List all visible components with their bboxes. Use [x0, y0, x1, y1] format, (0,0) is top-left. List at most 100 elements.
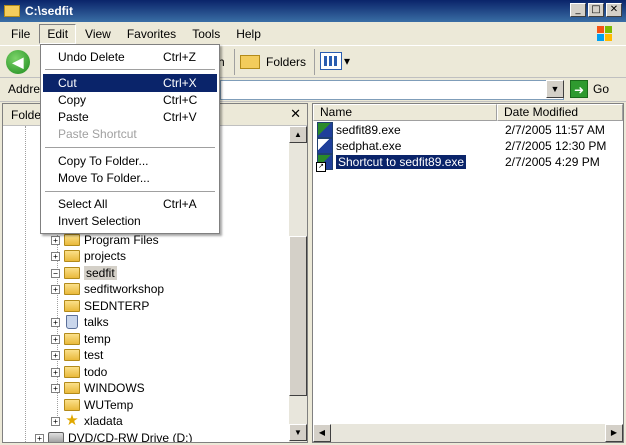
tree-item-label: talks [84, 315, 109, 329]
tree-item[interactable]: + DVD/CD-RW Drive (D:) [35, 430, 192, 442]
expand-icon[interactable]: + [51, 416, 60, 426]
column-header-date-modified[interactable]: Date Modified [497, 104, 623, 121]
scroll-up-button[interactable]: ▲ [289, 126, 307, 143]
go-label: Go [593, 82, 610, 96]
menu-item-shortcut: Ctrl+Z [163, 50, 196, 64]
exe-icon [317, 138, 333, 154]
menu-item-label: Select All [58, 197, 108, 211]
folder-icon [64, 250, 80, 262]
toolbar-separator [234, 49, 235, 75]
file-row[interactable]: sedphat.exe 2/7/2005 12:30 PM [317, 138, 621, 154]
tree-item-label: WUTemp [84, 398, 134, 412]
folder-icon [64, 333, 80, 345]
tree-item-label: DVD/CD-RW Drive (D:) [68, 431, 193, 442]
expand-icon[interactable]: + [51, 350, 60, 360]
column-headers: Name Date Modified [313, 104, 623, 121]
menu-item-label: Cut [58, 76, 77, 90]
close-button[interactable]: ✕ [606, 3, 622, 17]
back-button[interactable]: ◀ [6, 49, 30, 74]
menu-edit[interactable]: Edit [39, 23, 77, 44]
tree-item[interactable]: − sedfit [51, 265, 117, 281]
menu-favorites[interactable]: Favorites [120, 25, 183, 43]
folder-icon [64, 399, 80, 411]
menu-separator [45, 147, 215, 148]
menu-item-cut[interactable]: Cut Ctrl+X [43, 74, 217, 92]
expand-icon[interactable]: + [51, 284, 60, 294]
expand-icon[interactable]: + [51, 334, 60, 344]
address-input[interactable] [220, 80, 564, 100]
scroll-thumb[interactable] [289, 236, 307, 396]
tree-item-label: sedfit [84, 266, 117, 280]
tree-item-label: projects [84, 249, 127, 263]
menu-item-label: Copy [58, 93, 87, 107]
files-horizontal-scrollbar[interactable]: ◀ ▶ [313, 424, 623, 442]
menu-help[interactable]: Help [229, 25, 268, 43]
tree-item[interactable]: + sedfitworkshop [51, 281, 164, 297]
menu-item-select-all[interactable]: Select All Ctrl+A [43, 195, 217, 213]
shortcut-icon [316, 154, 333, 172]
folders-button[interactable]: Folders [240, 50, 306, 74]
menu-separator [45, 69, 215, 70]
file-date: 2/7/2005 12:30 PM [505, 139, 607, 153]
menu-item-undo-delete[interactable]: Undo Delete Ctrl+Z [43, 48, 217, 66]
folder-icon [64, 349, 80, 361]
tree-item-label: xladata [84, 414, 123, 428]
tree-line [25, 126, 26, 442]
scroll-right-button[interactable]: ▶ [605, 424, 623, 442]
chevron-down-icon: ▾ [344, 54, 351, 68]
scroll-down-button[interactable]: ▼ [289, 424, 307, 441]
menu-separator [45, 191, 215, 192]
expand-icon[interactable]: + [35, 433, 44, 442]
maximize-button[interactable]: □ [588, 3, 604, 17]
menu-item-paste[interactable]: Paste Ctrl+V [43, 108, 217, 126]
folder-icon [64, 283, 80, 295]
folder-icon [64, 382, 80, 394]
menu-bar: File Edit View Favorites Tools Help [0, 22, 626, 46]
title-bar[interactable]: C:\sedfit _ □ ✕ [0, 0, 626, 22]
go-arrow-icon: ➜ [570, 80, 588, 98]
tree-item[interactable]: + talks [51, 314, 109, 330]
menu-tools[interactable]: Tools [185, 25, 227, 43]
close-icon[interactable]: ✕ [290, 106, 301, 122]
expand-icon[interactable]: + [51, 317, 60, 327]
expand-icon[interactable]: + [51, 383, 60, 393]
menu-item-invert-selection[interactable]: Invert Selection [43, 212, 217, 230]
scroll-left-button[interactable]: ◀ [313, 424, 331, 442]
menu-item-shortcut: Ctrl+V [163, 110, 197, 124]
views-button[interactable]: ▾ [320, 52, 350, 70]
tree-item[interactable]: + WINDOWS [51, 380, 145, 396]
tree-item[interactable]: WUTemp [64, 397, 133, 413]
go-button[interactable]: ➜ Go [570, 80, 609, 98]
folders-vertical-scrollbar[interactable]: ▲ ▼ [289, 126, 307, 442]
menu-item-move-to-folder[interactable]: Move To Folder... [43, 169, 217, 187]
expand-icon[interactable]: + [51, 367, 60, 377]
expand-icon[interactable]: + [51, 251, 60, 261]
menu-view[interactable]: View [78, 25, 118, 43]
menu-file[interactable]: File [4, 25, 37, 43]
column-header-name[interactable]: Name [313, 104, 497, 121]
menu-item-shortcut: Ctrl+A [163, 197, 197, 211]
collapse-icon[interactable]: − [51, 268, 60, 278]
file-row[interactable]: sedfit89.exe 2/7/2005 11:57 AM [317, 122, 621, 138]
menu-item-paste-shortcut: Paste Shortcut [43, 125, 217, 143]
file-name: Shortcut to sedfit89.exe [336, 155, 467, 169]
window-controls: _ □ ✕ [570, 3, 622, 17]
tree-item-label: test [84, 348, 104, 362]
tree-item[interactable]: + test [51, 347, 103, 363]
tree-item[interactable]: + projects [51, 248, 126, 264]
tree-item[interactable]: SEDNTERP [64, 298, 149, 314]
tree-item[interactable]: + todo [51, 364, 107, 380]
folder-icon [240, 55, 260, 69]
file-name: sedfit89.exe [336, 123, 401, 137]
expand-icon[interactable]: + [51, 235, 60, 245]
menu-item-shortcut: Ctrl+X [163, 76, 197, 90]
file-name: sedphat.exe [336, 139, 402, 153]
file-row[interactable]: Shortcut to sedfit89.exe 2/7/2005 4:29 P… [316, 154, 621, 172]
tree-item[interactable]: + ★ xladata [51, 413, 123, 429]
menu-item-copy-to-folder[interactable]: Copy To Folder... [43, 152, 217, 170]
tree-item[interactable]: + Program Files [51, 232, 159, 248]
minimize-button[interactable]: _ [570, 3, 586, 17]
tree-item[interactable]: + temp [51, 331, 111, 347]
menu-item-copy[interactable]: Copy Ctrl+C [43, 91, 217, 109]
address-dropdown-button[interactable]: ▼ [546, 80, 564, 98]
